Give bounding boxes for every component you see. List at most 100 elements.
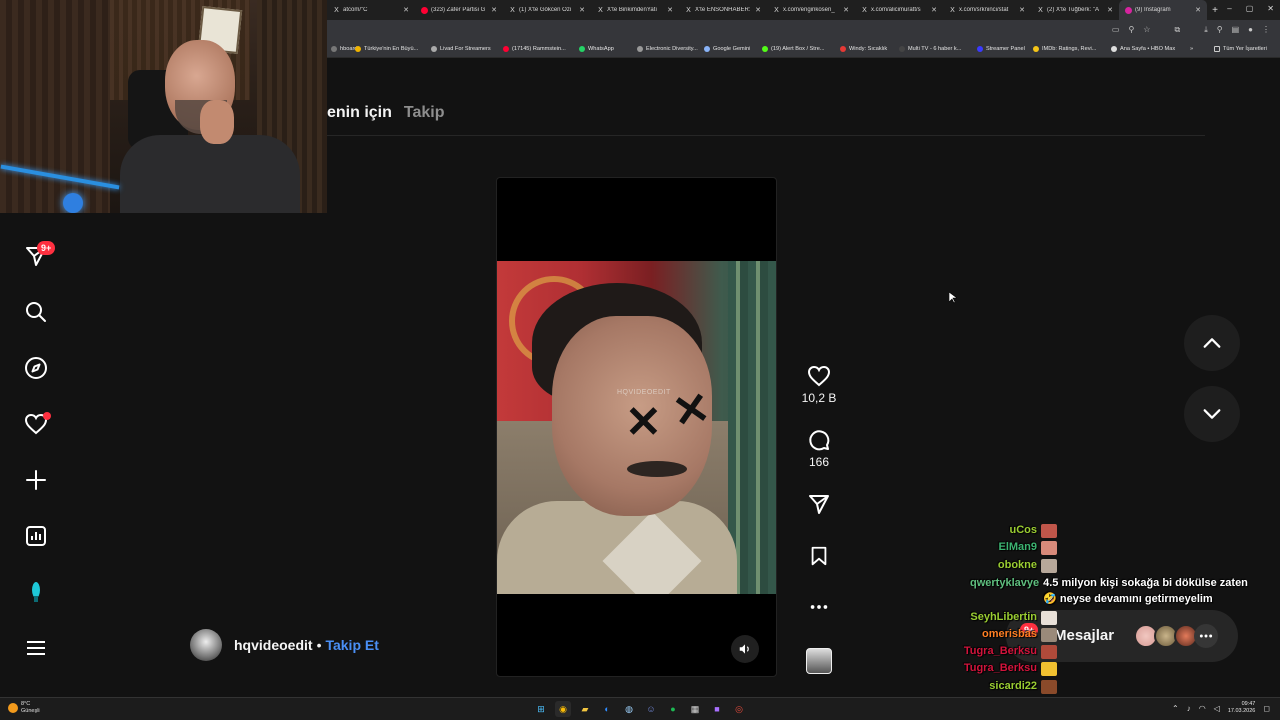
browser-tab[interactable]: X (2) X'te Tuğberk: "A ✕ [1031,0,1119,20]
chat-username: Tugra_Berksu [963,645,1037,657]
author-avatar[interactable] [190,629,222,661]
chevron-down-icon [1203,409,1221,419]
app-icon[interactable]: ▦ [687,701,703,717]
bookmark-item[interactable]: (17145) Rammstein... [503,46,566,52]
bookmark-icon[interactable] [808,544,830,568]
chat-text: 4.5 milyon kişi sokağa bi dökülse zaten … [1043,577,1248,605]
share-icon[interactable] [807,492,831,516]
discord-icon[interactable]: ☺ [643,701,659,717]
bookmark-item[interactable]: hboard [331,46,357,52]
spotify-icon[interactable]: ● [665,701,681,717]
extensions-icon[interactable]: ⧉ [1174,25,1180,35]
zoom-icon[interactable]: ⚲ [1128,25,1134,35]
search-icon[interactable] [22,298,50,326]
browser-tab[interactable]: X (1) X'te Gökcen Özi ✕ [503,0,591,20]
bookmark-item[interactable]: Multi TV - 6 haber k... [899,46,961,52]
author-username[interactable]: hqvideoedit [234,637,313,653]
edge-icon[interactable]: ◐ [599,701,615,717]
download-icon[interactable]: ⤓ [1204,25,1208,35]
tab-close-icon[interactable]: ✕ [931,6,937,14]
chrome-icon[interactable]: ◉ [555,701,571,717]
browser-tab[interactable]: Xx.com/enginkosen_ ✕ [767,0,855,20]
tab-close-icon[interactable]: ✕ [843,6,849,14]
menu-icon[interactable] [22,634,50,662]
chat-emote-icon [1041,645,1057,659]
windows-taskbar: 8°C Güneşli ⊞ ◉ ▰ ◐ ◍ ☺ ● ▦ ■ ◎ ⌃ ♪ ◠ ◁ 0… [0,697,1280,720]
tab-close-icon[interactable]: ✕ [667,6,673,14]
bookmarks-more[interactable]: » [1190,46,1193,52]
reel-author: hqvideoedit • Takip Et [190,629,379,661]
tab-close-icon[interactable]: ✕ [579,6,585,14]
close-window-button[interactable]: ✕ [1267,4,1274,13]
cast-icon[interactable]: ▭ [1112,25,1120,35]
tab-close-icon[interactable]: ✕ [403,6,409,14]
threads-icon[interactable] [22,578,50,606]
reel-video[interactable]: ✕ ✕ HQVIDEOEDIT [497,261,776,594]
browser-tab[interactable]: Xatcom/"C ✕ [327,0,415,20]
notification-bell-icon[interactable]: ◻ [1263,704,1270,713]
bookmark-item[interactable]: WhatsApp [579,46,614,52]
next-reel-button[interactable] [1184,386,1240,442]
tab-label: (1) X'te Gökcen Özi [519,7,572,13]
weather-widget[interactable]: 8°C Güneşli [8,701,40,715]
bookmark-item[interactable]: Electronic Diversity... [637,46,698,52]
tab-for-you[interactable]: enin için [327,104,392,122]
browser-tab[interactable]: X X'te BirikimdenYatı ✕ [591,0,679,20]
tab-label: (323) Zafer Partisi G [431,7,486,13]
bookmark-item[interactable]: Windy: Sıcaklık [840,46,887,52]
search-icon[interactable]: ⚲ [1217,25,1223,35]
browser-tab[interactable]: (9) Instagram ✕ [1119,0,1207,20]
tab-close-icon[interactable]: ✕ [755,6,761,14]
like-count: 10,2 B [801,391,837,405]
audio-thumbnail[interactable] [806,648,832,674]
more-dots-icon[interactable] [808,598,830,616]
create-icon[interactable] [22,466,50,494]
follow-button[interactable]: Takip Et [325,637,378,653]
menu-dots-icon[interactable]: ⋮ [1262,25,1270,35]
sidebar-icon[interactable]: ▤ [1232,25,1240,35]
chat-emote-icon [1041,662,1057,676]
tab-close-icon[interactable]: ✕ [1019,6,1025,14]
file-explorer-icon[interactable]: ▰ [577,701,593,717]
bookmark-item[interactable]: Streamer Panel [977,46,1025,52]
tray-wifi-icon[interactable]: ◠ [1199,704,1206,713]
comment-icon[interactable] [806,428,832,452]
insights-icon[interactable] [22,522,50,550]
all-bookmarks[interactable]: Tüm Yer İşaretleri [1214,46,1267,52]
obs-icon[interactable]: ◎ [731,701,747,717]
previous-reel-button[interactable] [1184,315,1240,371]
profile-icon[interactable]: ● [1248,25,1253,35]
tray-chevron-icon[interactable]: ⌃ [1172,704,1179,713]
tab-close-icon[interactable]: ✕ [1195,6,1201,14]
bookmark-item[interactable]: IMDb: Ratings, Revi... [1033,46,1096,52]
bookmark-item[interactable]: Türkiye'nin En Büyü... [355,46,418,52]
twitch-icon[interactable]: ■ [709,701,725,717]
browser-tab[interactable]: X X'te ENSONHABER: ✕ [679,0,767,20]
messages-more-button[interactable] [1194,624,1218,648]
bookmark-star-icon[interactable]: ☆ [1143,25,1150,35]
tray-mic-icon[interactable]: ♪ [1187,704,1191,713]
tab-label: (9) Instagram [1135,7,1171,13]
explore-icon[interactable] [22,354,50,382]
new-tab-button[interactable]: + [1207,5,1223,16]
tab-close-icon[interactable]: ✕ [491,6,497,14]
tray-volume-icon[interactable]: ◁ [1214,704,1220,713]
browser-tab[interactable]: Xx.com/srkninci/stat ✕ [943,0,1031,20]
maximize-button[interactable]: ▢ [1246,4,1254,13]
bookmark-item[interactable]: Livad For Streamers [431,46,491,52]
clock[interactable]: 09:47 17.03.2026 [1228,701,1256,715]
start-icon[interactable]: ⊞ [533,701,549,717]
bookmark-item[interactable]: Ana Sayfa • HBO Max [1111,46,1175,52]
steam-icon[interactable]: ◍ [621,701,637,717]
browser-tab[interactable]: (323) Zafer Partisi G ✕ [415,0,503,20]
tab-close-icon[interactable]: ✕ [1107,6,1113,14]
like-heart-icon[interactable] [806,364,832,388]
reel-player[interactable]: ✕ ✕ HQVIDEOEDIT [496,177,777,677]
mute-button[interactable] [731,635,759,663]
minimize-button[interactable]: – [1227,4,1231,13]
bookmark-favicon-icon [704,46,710,52]
bookmark-item[interactable]: (19) Alert Box / Stre... [762,46,824,52]
tab-following[interactable]: Takip [404,104,445,122]
browser-tab[interactable]: Xx.com/alicimuratt/s ✕ [855,0,943,20]
bookmark-item[interactable]: Google Gemini [704,46,750,52]
